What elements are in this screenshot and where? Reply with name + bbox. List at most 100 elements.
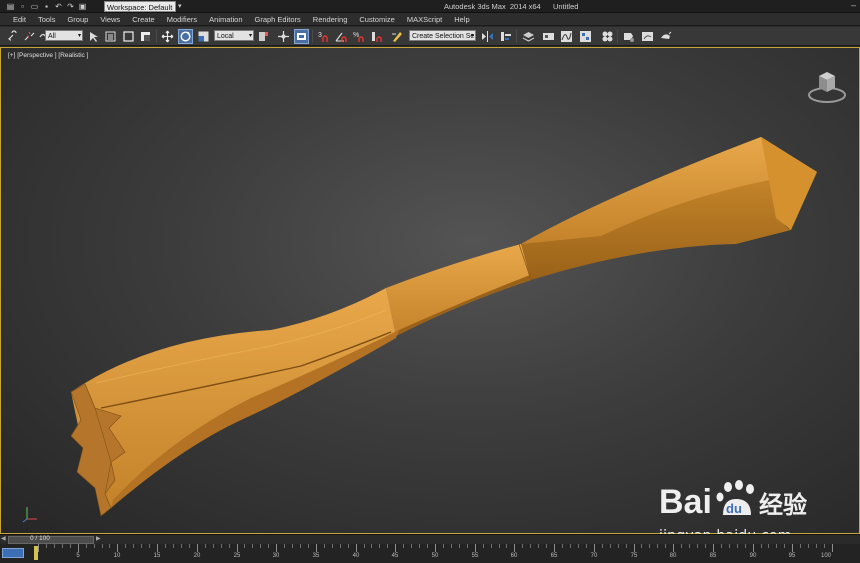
unlink-icon[interactable] — [22, 29, 37, 44]
menu-help[interactable]: Help — [454, 15, 469, 24]
ruler-tick — [562, 544, 563, 548]
ruler-tick — [348, 544, 349, 548]
perspective-viewport[interactable]: [+] [Perspective ] [Realistic ] Bai du 经… — [0, 47, 860, 544]
percent-snap-icon[interactable]: % — [352, 29, 367, 44]
layer-icon[interactable] — [521, 29, 536, 44]
ruler-tick — [94, 544, 95, 548]
mini-curve-editor-icon[interactable] — [2, 548, 24, 558]
schematic-icon[interactable] — [578, 29, 593, 44]
ruler-tick — [260, 544, 261, 548]
window-crossing-icon[interactable] — [138, 29, 153, 44]
redo-icon[interactable]: ↷ — [66, 2, 75, 11]
ruler-tick — [149, 544, 150, 548]
menu-edit[interactable]: Edit — [13, 15, 26, 24]
menu-rendering[interactable]: Rendering — [313, 15, 348, 24]
scale-icon[interactable] — [196, 29, 211, 44]
chevron-down-icon: ▾ — [77, 33, 81, 39]
project-icon[interactable]: ▣ — [78, 2, 87, 11]
new-file-icon[interactable]: ▫ — [18, 2, 27, 11]
ruler-tick — [237, 544, 238, 552]
baidu-jingyan-logo: Bai du 经验 — [659, 480, 807, 521]
mirror-icon[interactable] — [480, 29, 495, 44]
ruler-tick — [244, 544, 245, 548]
menu-graph-editors[interactable]: Graph Editors — [255, 15, 301, 24]
ruler-tick — [641, 544, 642, 548]
ruler-tick — [499, 544, 500, 548]
menu-views[interactable]: Views — [100, 15, 120, 24]
twisted-star-bar-model[interactable] — [1, 48, 860, 535]
ruler-tick — [411, 544, 412, 548]
rotate-icon[interactable] — [178, 29, 193, 44]
ruler-tick — [808, 544, 809, 548]
move-icon[interactable] — [160, 29, 175, 44]
menu-animation[interactable]: Animation — [209, 15, 242, 24]
track-bar[interactable]: 5 10 15 20 25 30 35 40 45 50 55 60 65 70 75 80 85 90 95 100 — [0, 544, 860, 563]
frame-ruler[interactable]: 5 10 15 20 25 30 35 40 45 50 55 60 65 70 75 80 85 90 95 100 — [38, 544, 833, 563]
viewcube-icon[interactable] — [807, 66, 847, 104]
ruler-tick — [197, 544, 198, 552]
select-by-name-icon[interactable] — [103, 29, 118, 44]
time-slider[interactable] — [8, 536, 94, 544]
selection-filter-dropdown[interactable]: All ▾ — [45, 30, 83, 41]
svg-text:经验: 经验 — [759, 491, 807, 519]
ruler-tick — [252, 544, 253, 548]
ruler-tick — [761, 544, 762, 548]
workspace-dropdown[interactable]: Workspace: Default — [104, 1, 176, 12]
menu-maxscript[interactable]: MAXScript — [407, 15, 442, 24]
menu-create[interactable]: Create — [132, 15, 155, 24]
undo-icon[interactable]: ↶ — [54, 2, 63, 11]
ruler-tick — [141, 544, 142, 548]
menu-modifiers[interactable]: Modifiers — [167, 15, 197, 24]
save-icon[interactable]: ▪ — [42, 2, 51, 11]
ruler-tick — [54, 544, 55, 548]
pivot-icon[interactable] — [256, 29, 271, 44]
svg-text:3: 3 — [318, 32, 322, 39]
ruler-tick — [768, 544, 769, 548]
menu-tools[interactable]: Tools — [38, 15, 56, 24]
named-selection-set-dropdown[interactable]: Create Selection Se ▾ — [409, 30, 476, 41]
align-icon[interactable] — [498, 29, 513, 44]
edit-named-selection-icon[interactable] — [390, 29, 405, 44]
window-controls: – — [851, 0, 856, 10]
manipulate-icon[interactable] — [276, 29, 291, 44]
material-editor-icon[interactable] — [600, 29, 615, 44]
ruler-tick-label: 45 — [391, 553, 399, 559]
toolbar-separator — [312, 30, 313, 43]
snap-icon[interactable]: 3 — [316, 29, 331, 44]
region-select-icon[interactable] — [121, 29, 136, 44]
menu-bar: Edit Tools Group Views Create Modifiers … — [0, 13, 860, 26]
keyboard-shortcut-icon[interactable] — [294, 29, 309, 44]
menu-group[interactable]: Group — [67, 15, 88, 24]
ruler-tick — [649, 544, 650, 548]
curve-editor-icon[interactable] — [559, 29, 574, 44]
graphite-icon[interactable] — [541, 29, 556, 44]
ruler-tick — [125, 544, 126, 548]
rendered-frame-icon[interactable] — [640, 29, 655, 44]
spinner-snap-icon[interactable] — [370, 29, 385, 44]
ruler-tick — [300, 544, 301, 548]
chevron-right-icon[interactable]: ▶ — [96, 535, 101, 542]
ruler-tick — [205, 544, 206, 548]
open-icon[interactable]: ▭ — [30, 2, 39, 11]
ruler-tick — [713, 544, 714, 552]
ruler-tick — [491, 544, 492, 548]
ruler-tick — [586, 544, 587, 548]
select-icon[interactable] — [86, 29, 101, 44]
ruler-tick — [483, 544, 484, 548]
ruler-tick — [324, 544, 325, 548]
menu-customize[interactable]: Customize — [359, 15, 394, 24]
chevron-left-icon[interactable]: ◀ — [1, 535, 6, 542]
link-icon[interactable] — [6, 29, 21, 44]
render-icon[interactable] — [658, 29, 673, 44]
ruler-tick — [443, 544, 444, 548]
ruler-tick — [673, 544, 674, 552]
ruler-tick — [657, 544, 658, 548]
chevron-down-icon[interactable]: ▾ — [178, 2, 182, 10]
angle-snap-icon[interactable] — [334, 29, 349, 44]
ruler-tick — [800, 544, 801, 548]
minimize-icon[interactable]: – — [851, 0, 856, 10]
render-setup-icon[interactable] — [621, 29, 636, 44]
ruler-tick — [70, 544, 71, 548]
reference-coordinate-dropdown[interactable]: Local ▾ — [214, 30, 254, 41]
app-menu-icon[interactable]: ▤ — [6, 2, 15, 11]
